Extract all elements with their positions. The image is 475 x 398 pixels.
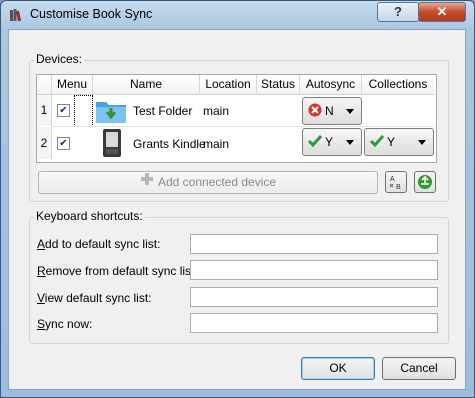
add-shortcut-input[interactable] <box>190 234 438 254</box>
header-corner <box>37 75 52 95</box>
devices-group-title: Devices: <box>34 52 85 66</box>
view-shortcut-input[interactable] <box>190 287 438 307</box>
svg-text:A: A <box>390 176 395 183</box>
device-location: main <box>203 137 230 151</box>
green-check-icon <box>308 135 322 148</box>
shortcut-label-remove: Remove from default sync list: <box>37 264 198 278</box>
close-button[interactable]: ✕ <box>418 2 466 22</box>
sort-button[interactable]: A B <box>385 171 407 193</box>
header-status[interactable]: Status <box>257 75 300 95</box>
device-location: main <box>203 104 230 118</box>
add-connected-device-label: Add connected device <box>157 175 277 189</box>
collections-combo[interactable]: Y <box>364 128 434 156</box>
title-bar[interactable]: Customise Book Sync ? ✕ <box>1 1 474 29</box>
kindle-icon <box>103 129 121 157</box>
row-number: 1 <box>37 95 52 126</box>
window-title: Customise Book Sync <box>30 7 153 21</box>
shortcuts-group-title: Keyboard shortcuts: <box>34 209 145 223</box>
green-check-icon <box>370 135 384 148</box>
svg-text:B: B <box>396 184 401 191</box>
add-connected-device-button[interactable]: Add connected device <box>38 171 378 194</box>
red-x-icon <box>308 103 322 117</box>
cancel-button[interactable]: Cancel <box>382 357 456 380</box>
header-autosync[interactable]: Autosync <box>300 75 362 95</box>
chevron-down-icon <box>346 109 354 114</box>
shortcut-label-sync: Sync now: <box>37 317 93 331</box>
remove-shortcut-input[interactable] <box>190 260 438 280</box>
device-name: Test Folder <box>133 104 193 118</box>
recycle-button[interactable] <box>414 171 436 193</box>
row-divider <box>52 126 434 127</box>
menu-checkbox[interactable]: ✔ <box>57 104 70 117</box>
header-collections[interactable]: Collections <box>362 75 434 95</box>
recycle-icon <box>418 175 432 189</box>
chevron-down-icon <box>346 140 354 145</box>
menu-checkbox[interactable]: ✔ <box>57 137 70 150</box>
header-location[interactable]: Location <box>200 75 257 95</box>
ok-button[interactable]: OK <box>301 357 375 380</box>
autosync-value: Y <box>325 135 334 149</box>
help-button[interactable]: ? <box>377 2 419 22</box>
autosync-combo[interactable]: Y <box>302 128 362 156</box>
chevron-down-icon <box>418 140 426 145</box>
device-name: Grants Kindle <box>133 137 206 151</box>
header-name[interactable]: Name <box>93 75 200 95</box>
collections-value: Y <box>387 135 396 149</box>
books-icon <box>10 9 22 22</box>
header-menu[interactable]: Menu <box>52 75 93 95</box>
plus-icon <box>140 172 154 193</box>
autosync-value: N <box>325 104 334 118</box>
row-number: 2 <box>37 127 52 159</box>
sync-shortcut-input[interactable] <box>190 313 438 333</box>
shortcut-label-view: View default sync list: <box>37 291 152 305</box>
autosync-combo[interactable]: N <box>302 97 362 125</box>
focus-cell <box>74 95 93 127</box>
shortcut-label-add: Add to default sync list: <box>37 237 161 251</box>
sort-az-icon: A B <box>389 176 401 191</box>
folder-icon <box>96 102 126 123</box>
